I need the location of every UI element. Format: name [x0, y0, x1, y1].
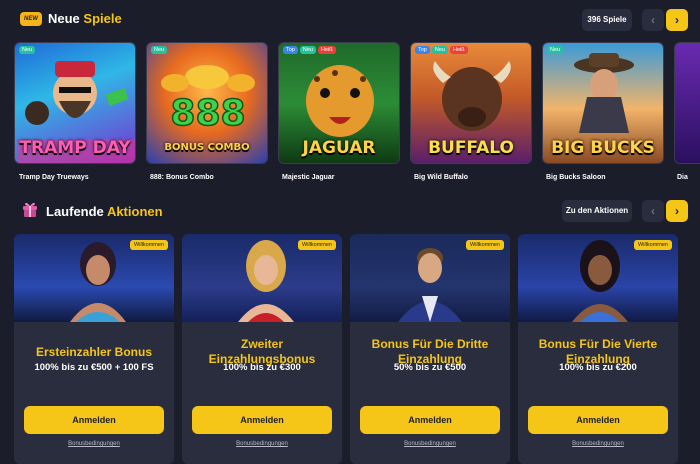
- welcome-badge: Willkommen: [130, 240, 168, 250]
- promos-prev-button[interactable]: ‹: [642, 200, 664, 222]
- promo-card: Willkommen Bonus Für Die Vierte Einzahlu…: [518, 234, 678, 464]
- game-name[interactable]: Tramp Day Trueways: [19, 174, 89, 181]
- welcome-badge: Willkommen: [634, 240, 672, 250]
- tag-neu: Neu: [431, 46, 448, 54]
- register-button[interactable]: Anmelden: [528, 406, 668, 434]
- all-promotions-button[interactable]: Zu den Aktionen: [562, 200, 632, 222]
- games-count-button[interactable]: 396 Spiele: [582, 9, 632, 31]
- game-tags: Neu: [151, 46, 168, 54]
- game-name[interactable]: 888: Bonus Combo: [150, 174, 214, 181]
- welcome-badge: Willkommen: [466, 240, 504, 250]
- game-tile-majestic-jaguar[interactable]: Top Neu Heiß JAGUAR: [278, 42, 400, 164]
- new-games-title-b: Spiele: [83, 11, 122, 26]
- promo-offer: 50% bis zu €500: [393, 362, 467, 373]
- tag-neu: Neu: [151, 46, 168, 54]
- promo-offer: 100% bis zu €200: [559, 362, 637, 373]
- game-name[interactable]: Dia: [677, 174, 688, 181]
- new-games-title-a: Neue: [48, 11, 80, 26]
- game-name[interactable]: Majestic Jaguar: [282, 174, 335, 181]
- promo-card: Willkommen Ersteinzahler Bonus 100% bis …: [14, 234, 174, 464]
- new-games-title: Neue Spiele: [48, 11, 122, 26]
- game-tags: Neu: [547, 46, 564, 54]
- welcome-badge: Willkommen: [298, 240, 336, 250]
- bonus-terms-link[interactable]: Bonusbedingungen: [518, 441, 678, 447]
- games-prev-button[interactable]: ‹: [642, 9, 664, 31]
- new-badge-icon: NEW: [20, 12, 42, 26]
- promo-offer: 100% bis zu €500 + 100 FS: [34, 362, 154, 373]
- bonus-terms-link[interactable]: Bonusbedingungen: [14, 441, 174, 447]
- register-button[interactable]: Anmelden: [192, 406, 332, 434]
- bonus-terms-link[interactable]: Bonusbedingungen: [182, 441, 342, 447]
- svg-text:888: 888: [170, 93, 245, 134]
- game-tags: Top Neu Heiß: [283, 46, 336, 54]
- game-tile-big-wild-buffalo[interactable]: Top Neu Heiß BUFFALO: [410, 42, 532, 164]
- tag-neu: Neu: [19, 46, 36, 54]
- gift-icon: [23, 202, 37, 217]
- game-logo-text: JAGUAR: [302, 138, 376, 158]
- tag-neu: Neu: [547, 46, 564, 54]
- game-tags: Top Neu Heiß: [415, 46, 468, 54]
- new-games-header: NEW Neue Spiele 396 Spiele ‹ ›: [0, 2, 700, 36]
- promos-header: Laufende Aktionen Zu den Aktionen ‹ ›: [0, 194, 700, 228]
- promos-title: Laufende Aktionen: [46, 204, 163, 219]
- game-logo-text: TRAMP DAY: [19, 138, 131, 158]
- tag-top: Top: [283, 46, 298, 54]
- promos-title-b: Aktionen: [106, 204, 163, 219]
- promos-next-button[interactable]: ›: [666, 200, 688, 222]
- game-name[interactable]: Big Bucks Saloon: [546, 174, 606, 181]
- game-tile-big-bucks-saloon[interactable]: Neu BIG BUCKS: [542, 42, 664, 164]
- game-tags: Neu: [19, 46, 36, 54]
- games-next-button[interactable]: ›: [666, 9, 688, 31]
- tag-heiss: Heiß: [317, 46, 336, 54]
- bonus-terms-link[interactable]: Bonusbedingungen: [350, 441, 510, 447]
- promo-card: Willkommen Bonus Für Die Dritte Einzahlu…: [350, 234, 510, 464]
- promo-card: Willkommen Zweiter Einzahlungsbonus 100%…: [182, 234, 342, 464]
- register-button[interactable]: Anmelden: [360, 406, 500, 434]
- game-logo-text: BONUS COMBO: [164, 142, 250, 153]
- register-button[interactable]: Anmelden: [24, 406, 164, 434]
- game-tile-tramp-day[interactable]: Neu TRAMP DAY: [14, 42, 136, 164]
- tag-heiss: Heiß: [449, 46, 468, 54]
- promos-title-a: Laufende: [46, 204, 104, 219]
- tag-neu: Neu: [299, 46, 316, 54]
- game-tile-888-bonus-combo[interactable]: 888 Neu BONUS COMBO: [146, 42, 268, 164]
- game-logo-text: BIG BUCKS: [551, 138, 655, 158]
- promo-offer: 100% bis zu €300: [223, 362, 301, 373]
- game-tile-partial[interactable]: [674, 42, 700, 164]
- game-name[interactable]: Big Wild Buffalo: [414, 174, 468, 181]
- tag-top: Top: [415, 46, 430, 54]
- game-logo-text: BUFFALO: [428, 138, 514, 158]
